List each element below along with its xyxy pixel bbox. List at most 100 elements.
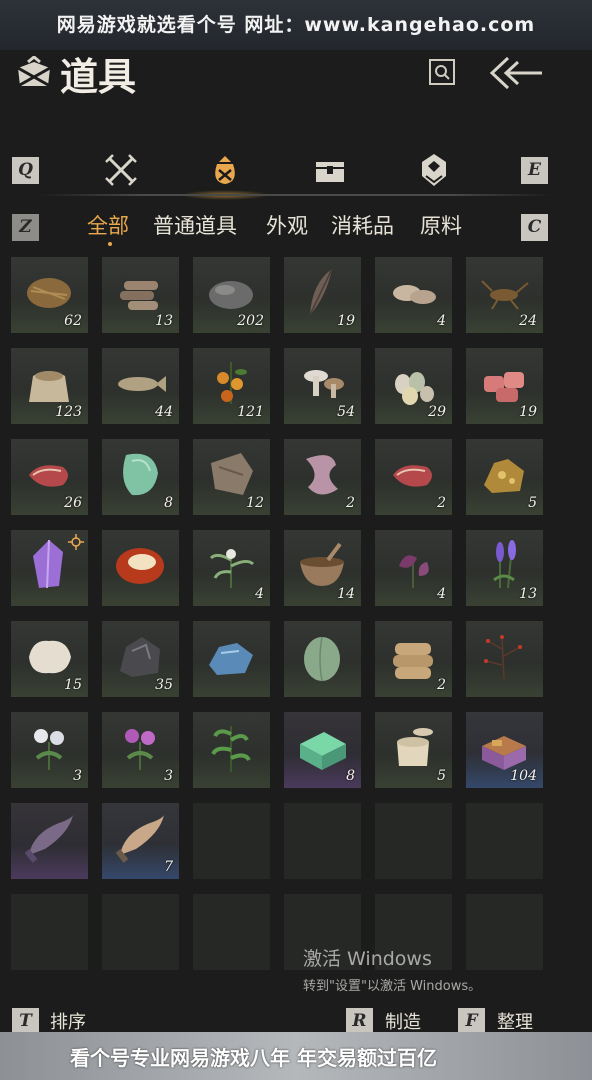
- empty-slot[interactable]: [193, 894, 270, 970]
- item-slot-mushrooms[interactable]: 54: [284, 348, 361, 424]
- horn-purple-icon: [19, 809, 80, 867]
- item-slot-green-melon[interactable]: [284, 621, 361, 697]
- craft-key[interactable]: R: [346, 1008, 373, 1035]
- search-button[interactable]: [429, 59, 455, 85]
- tab-equipment[interactable]: [103, 152, 139, 188]
- item-slot-cricket[interactable]: 24: [466, 257, 543, 333]
- item-count: 123: [55, 404, 82, 420]
- item-slot-white-chrysanthemum[interactable]: 3: [11, 712, 88, 788]
- pouch-icon: [215, 156, 235, 184]
- jade-box-icon: [292, 718, 353, 776]
- blue-ore-icon: [201, 627, 262, 685]
- item-count: 19: [519, 404, 537, 420]
- item-slot-dark-ore[interactable]: 35: [102, 621, 179, 697]
- item-slot-wood-logs[interactable]: 13: [102, 257, 179, 333]
- item-slot-steak-2[interactable]: 2: [375, 439, 452, 515]
- sub-tab-bar: Z 全部 普通道具 外观 消耗品 原料 C: [0, 208, 592, 248]
- subtab-materials[interactable]: 原料: [420, 210, 462, 240]
- subtab-consumables[interactable]: 消耗品: [331, 210, 394, 240]
- craft-button[interactable]: 制造: [385, 1008, 421, 1034]
- item-slot-steak[interactable]: 26: [11, 439, 88, 515]
- item-slot-jade-box[interactable]: 8: [284, 712, 361, 788]
- subtab-appearance[interactable]: 外观: [266, 210, 308, 240]
- item-slot-gold-ore[interactable]: 5: [466, 439, 543, 515]
- prev-subtab-key[interactable]: Z: [12, 214, 39, 241]
- item-count: 3: [73, 768, 82, 784]
- item-count: 2: [437, 495, 446, 511]
- item-slot-blue-ore[interactable]: [193, 621, 270, 697]
- red-agate-icon: [110, 536, 171, 594]
- empty-slot[interactable]: [193, 803, 270, 879]
- tab-special[interactable]: [416, 152, 452, 188]
- item-count: 2: [346, 495, 355, 511]
- item-slot-hay-bundle[interactable]: 62: [11, 257, 88, 333]
- item-count: 8: [346, 768, 355, 784]
- organize-button[interactable]: 整理: [497, 1008, 533, 1034]
- empty-slot[interactable]: [284, 803, 361, 879]
- item-slot-silk-cloth[interactable]: 2: [284, 439, 361, 515]
- organize-key[interactable]: F: [458, 1008, 485, 1035]
- item-count: 15: [64, 677, 82, 693]
- item-count: 3: [164, 768, 173, 784]
- item-slot-amethyst-crystal[interactable]: [11, 530, 88, 606]
- item-slot-green-herb[interactable]: [193, 712, 270, 788]
- active-subtab-indicator: [108, 242, 112, 246]
- item-slot-lavender[interactable]: 13: [466, 530, 543, 606]
- item-slot-feather[interactable]: 19: [284, 257, 361, 333]
- back-arrow-icon: [489, 56, 542, 90]
- item-slot-mushroom-slices[interactable]: 4: [375, 257, 452, 333]
- item-slot-red-agate[interactable]: [102, 530, 179, 606]
- item-count: 202: [237, 313, 264, 329]
- item-slot-white-herb[interactable]: 4: [193, 530, 270, 606]
- prev-category-key[interactable]: Q: [12, 157, 39, 184]
- item-count: 4: [437, 586, 446, 602]
- empty-slot[interactable]: [466, 803, 543, 879]
- item-slot-white-fur[interactable]: 15: [11, 621, 88, 697]
- tab-treasure[interactable]: [312, 152, 348, 188]
- silk-cloth-icon: [292, 445, 353, 503]
- sort-key[interactable]: T: [12, 1008, 39, 1035]
- item-slot-horn-blue[interactable]: 7: [102, 803, 179, 879]
- item-slot-porcelain-jar[interactable]: 5: [375, 712, 452, 788]
- green-melon-icon: [292, 627, 353, 685]
- item-count: 24: [519, 313, 537, 329]
- item-slot-jade-stone[interactable]: 8: [102, 439, 179, 515]
- sort-button[interactable]: 排序: [50, 1008, 86, 1034]
- next-subtab-key[interactable]: C: [521, 214, 548, 241]
- tab-items[interactable]: [207, 152, 243, 188]
- subtab-all[interactable]: 全部: [87, 210, 129, 240]
- item-count: 13: [519, 586, 537, 602]
- item-slot-purple-chrysanthemum[interactable]: 3: [102, 712, 179, 788]
- search-icon: [435, 65, 450, 80]
- item-slot-berries[interactable]: 121: [193, 348, 270, 424]
- item-count: 12: [246, 495, 264, 511]
- white-herb-icon: [201, 536, 262, 594]
- purple-flower-icon: [383, 536, 444, 594]
- item-count: 5: [528, 495, 537, 511]
- item-slot-gift-box[interactable]: 104: [466, 712, 543, 788]
- item-count: 2: [437, 677, 446, 693]
- item-count: 4: [255, 586, 264, 602]
- next-category-key[interactable]: E: [521, 157, 548, 184]
- item-slot-grain-sack[interactable]: 123: [11, 348, 88, 424]
- item-count: 8: [164, 495, 173, 511]
- item-slot-stone[interactable]: 202: [193, 257, 270, 333]
- item-slot-flour-bags[interactable]: 2: [375, 621, 452, 697]
- empty-slot[interactable]: [375, 803, 452, 879]
- horn-blue-icon: [110, 809, 171, 867]
- item-slot-horn-purple[interactable]: [11, 803, 88, 879]
- empty-slot[interactable]: [102, 894, 179, 970]
- item-count: 19: [337, 313, 355, 329]
- item-slot-purple-flower[interactable]: 4: [375, 530, 452, 606]
- item-slot-leather-hide[interactable]: 12: [193, 439, 270, 515]
- item-slot-fish[interactable]: 44: [102, 348, 179, 424]
- empty-slot[interactable]: [11, 894, 88, 970]
- item-slot-raw-meat-chunks[interactable]: 19: [466, 348, 543, 424]
- item-slot-eggs[interactable]: 29: [375, 348, 452, 424]
- page-header: 道具: [14, 48, 136, 99]
- subtab-common[interactable]: 普通道具: [153, 210, 237, 240]
- back-button[interactable]: [486, 54, 544, 92]
- top-ad-banner: 网易游戏就选看个号 网址：www.kangehao.com: [0, 0, 592, 50]
- item-slot-mortar-bowl[interactable]: 14: [284, 530, 361, 606]
- item-slot-red-berry-branch[interactable]: [466, 621, 543, 697]
